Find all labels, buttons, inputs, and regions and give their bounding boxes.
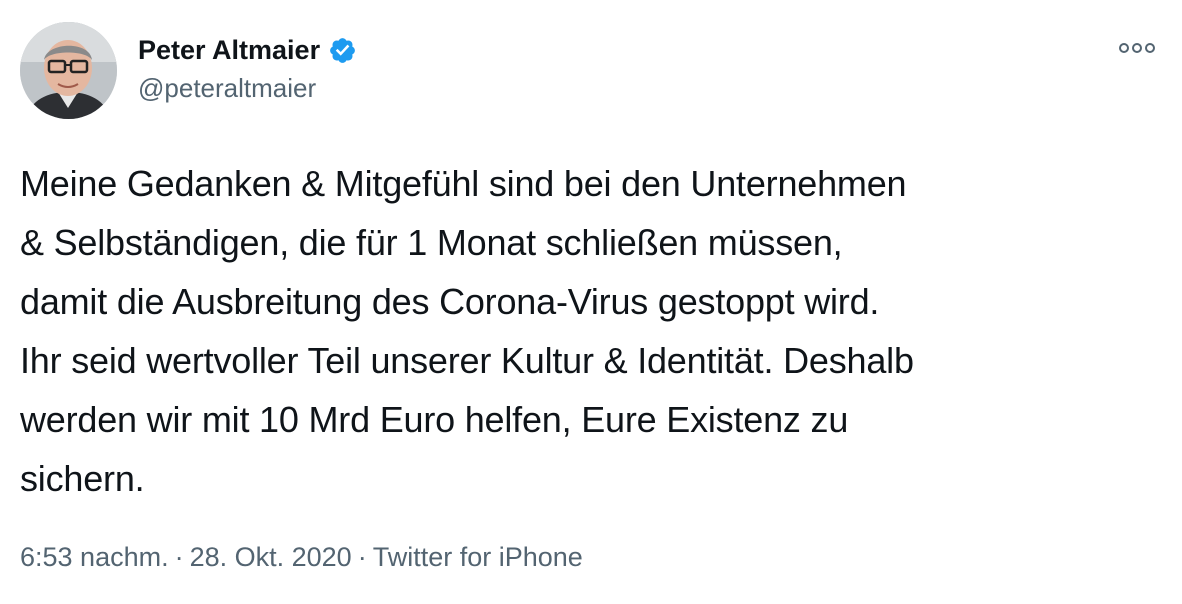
tweet-text-line: damit die Ausbreitung des Corona-Virus g… [20, 281, 880, 322]
meta-separator: · [174, 542, 184, 572]
tweet-text-line: werden wir mit 10 Mrd Euro helfen, Eure … [20, 399, 849, 440]
tweet-text-line: Meine Gedanken & Mitgefühl sind bei den … [20, 163, 907, 204]
tweet-card: Peter Altmaier @peteraltmaier Meine Geda… [0, 0, 1182, 604]
meta-separator: · [357, 542, 367, 572]
tweet-text-line: & Selbständigen, die für 1 Monat schließ… [20, 222, 843, 263]
tweet-meta: 6:53 nachm. · 28. Okt. 2020 · Twitter for iP… [20, 542, 583, 573]
avatar-photo [20, 22, 117, 119]
author-display-name[interactable]: Peter Altmaier [138, 35, 320, 66]
tweet-text: Meine Gedanken & Mitgefühl sind bei den … [20, 154, 1160, 508]
author-name-row: Peter Altmaier [138, 30, 357, 70]
tweet-text-line: sichern. [20, 458, 145, 499]
author-handle[interactable]: @peteraltmaier [138, 73, 316, 104]
tweet-date-link[interactable]: 28. Okt. 2020 [190, 542, 352, 572]
verified-badge-icon [330, 37, 355, 63]
tweet-text-line: Ihr seid wertvoller Teil unserer Kultur … [20, 340, 914, 381]
tweet-source-link[interactable]: Twitter for iPhone [373, 542, 583, 572]
more-options-icon[interactable] [1117, 38, 1157, 58]
avatar[interactable] [20, 22, 117, 119]
tweet-time-link[interactable]: 6:53 nachm. [20, 542, 169, 572]
